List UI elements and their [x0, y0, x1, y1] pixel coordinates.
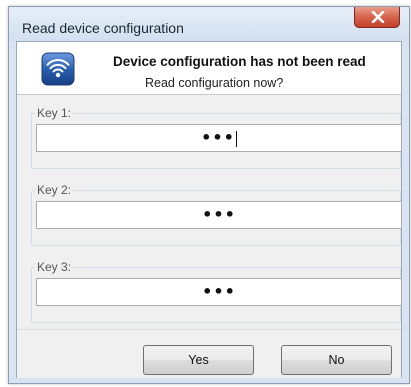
window-title: Read device configuration — [22, 20, 184, 36]
message-header: Device configuration has not been read R… — [17, 42, 401, 94]
key-2-label: Key 2: — [35, 183, 74, 197]
key-1-label: Key 1: — [35, 106, 74, 120]
key-1-group: Key 1: ••• — [31, 106, 402, 169]
key-2-group: Key 2: ••• — [31, 183, 402, 246]
message-subtitle: Read configuration now? — [145, 76, 284, 90]
text-caret — [235, 130, 237, 147]
dialog-window: Read device configuration Device configu… — [8, 6, 410, 384]
key-3-label: Key 3: — [35, 260, 74, 274]
close-icon — [371, 11, 385, 23]
wireless-icon — [41, 52, 75, 86]
dialog-content: Device configuration has not been read R… — [16, 41, 402, 378]
key-3-field[interactable]: ••• — [36, 278, 402, 306]
yes-button[interactable]: Yes — [143, 345, 254, 375]
key-2-value: ••• — [202, 205, 236, 224]
keys-panel: Key 1: ••• Key 2: ••• Key 3: ••• — [17, 95, 402, 329]
button-bar: Yes No — [17, 329, 401, 378]
no-button[interactable]: No — [281, 345, 392, 375]
message-title: Device configuration has not been read — [113, 54, 366, 69]
key-2-field[interactable]: ••• — [36, 201, 402, 229]
key-3-group: Key 3: ••• — [31, 260, 402, 323]
key-1-value: ••• — [201, 128, 235, 147]
title-bar[interactable]: Read device configuration — [9, 7, 409, 41]
close-button[interactable] — [354, 7, 400, 28]
key-3-value: ••• — [202, 282, 236, 301]
key-1-field[interactable]: ••• — [36, 124, 402, 152]
